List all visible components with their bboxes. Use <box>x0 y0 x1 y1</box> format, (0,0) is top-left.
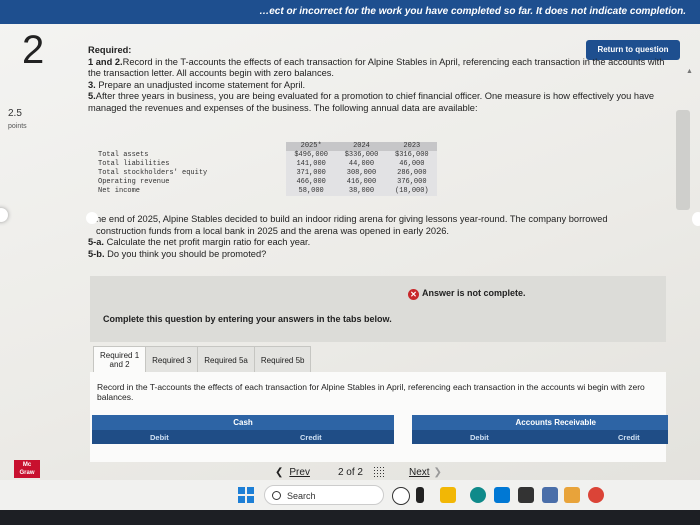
app-icon[interactable] <box>542 487 558 503</box>
scenario-text: he end of 2025, Alpine Stables decided t… <box>96 214 608 236</box>
search-icon <box>272 491 281 500</box>
taskbar-search[interactable]: Search <box>264 485 384 505</box>
app-icon[interactable] <box>392 487 410 505</box>
cell-value: 286,000 <box>386 169 437 178</box>
right-edge-dot <box>692 212 700 226</box>
table-row: Net income 58,000 38,000 (18,000) <box>95 187 437 196</box>
table-row: Operating revenue 466,000 416,000 376,00… <box>95 178 437 187</box>
prev-button[interactable]: Prev <box>289 467 310 478</box>
answer-panel <box>90 276 666 342</box>
instructions-heading: Required: <box>88 45 132 55</box>
table-row: Total stockholders' equity 371,000 308,0… <box>95 169 437 178</box>
table-row: Total assets $496,000 $336,000 $316,000 <box>95 151 437 160</box>
bezel <box>0 510 700 525</box>
pagination: ❮ Prev 2 of 2 Next ❯ <box>275 466 442 478</box>
left-edge-dot <box>0 208 8 222</box>
points-value: 2.5 <box>8 108 22 119</box>
table-row: Total liabilities 141,000 44,000 46,000 <box>95 160 437 169</box>
instruction-line-5: 5.After three years in business, you are… <box>88 91 655 113</box>
cell-value: 376,000 <box>386 178 437 187</box>
cell-value: 371,000 <box>286 169 337 178</box>
highlight-dot <box>86 212 98 224</box>
cell-value: 308,000 <box>336 169 387 178</box>
cell-value: 466,000 <box>286 178 337 187</box>
points-label: points <box>8 123 27 130</box>
tab-required-5b[interactable]: Required 5b <box>254 346 312 374</box>
x-circle-icon: ✕ <box>408 289 419 300</box>
scrollbar[interactable] <box>676 110 690 210</box>
complete-prompt: Complete this question by entering your … <box>103 314 392 324</box>
chrome-icon[interactable] <box>588 487 604 503</box>
tab-required-5a[interactable]: Required 5a <box>198 346 255 374</box>
row-label: Total liabilities <box>98 160 170 168</box>
chevron-right-icon[interactable]: ❯ <box>434 467 442 478</box>
grid-icon[interactable] <box>372 466 385 478</box>
mcgraw-logo: Mc Graw <box>14 460 40 478</box>
answer-tabs: Required 1 and 2 Required 3 Required 5a R… <box>93 346 312 374</box>
cell-value: 44,000 <box>336 160 387 169</box>
instruction-line-3: 3. Prepare an unadjusted income statemen… <box>88 79 306 90</box>
tab-required-3[interactable]: Required 3 <box>146 346 199 374</box>
t-account-cash-columns: Debit Credit <box>92 430 394 444</box>
edge-icon[interactable] <box>470 487 486 503</box>
question-5a: 5-a. Calculate the net profit margin rat… <box>88 237 311 247</box>
scroll-up-icon[interactable]: ▲ <box>686 68 693 75</box>
column-header: 2024 <box>336 142 387 151</box>
cell-value: 38,000 <box>336 187 387 196</box>
table-header-row: 2025* 2024 2023 <box>95 142 437 151</box>
cell-value: $336,000 <box>336 151 387 160</box>
cell-value: 141,000 <box>286 160 337 169</box>
app-icon[interactable] <box>564 487 580 503</box>
cell-value: 46,000 <box>386 160 437 169</box>
cell-value: $496,000 <box>286 151 337 160</box>
instructions: Required: 1 and 2.Record in the T-accoun… <box>88 45 668 114</box>
windows-start-icon[interactable] <box>238 487 254 503</box>
cell-value: (18,000) <box>386 187 437 196</box>
store-icon[interactable] <box>518 487 534 503</box>
credit-column-label: Credit <box>300 433 322 442</box>
feedback-banner: …ect or incorrect for the work you have … <box>0 0 700 24</box>
page-indicator: 2 of 2 <box>337 466 363 478</box>
debit-column-label: Debit <box>150 433 169 442</box>
scenario-paragraph: he end of 2025, Alpine Stables decided t… <box>88 214 658 260</box>
t-account-receivable-title: Accounts Receivable <box>412 415 668 430</box>
row-label: Total stockholders' equity <box>98 169 208 177</box>
t-account-cash-title: Cash <box>92 415 394 430</box>
t-account-receivable-columns: Debit Credit <box>412 430 668 444</box>
column-header: 2025* <box>286 142 337 151</box>
cell-value: $316,000 <box>386 151 437 160</box>
tab-instructions: Record in the T-accounts the effects of … <box>97 382 645 402</box>
cell-value: 416,000 <box>336 178 387 187</box>
row-label: Net income <box>98 187 141 195</box>
chevron-left-icon[interactable]: ❮ <box>275 467 283 478</box>
screen: …ect or incorrect for the work you have … <box>0 0 700 525</box>
app-icon[interactable] <box>416 487 424 503</box>
folder-icon[interactable] <box>440 487 456 503</box>
row-label: Total assets <box>98 151 149 159</box>
tab-required-1-and-2[interactable]: Required 1 and 2 <box>93 346 147 374</box>
cell-value: 58,000 <box>286 187 337 196</box>
status-message: ✕ Answer is not complete. <box>408 288 526 300</box>
question-5b: 5-b. Do you think you should be promoted… <box>88 248 267 259</box>
annual-data-table: 2025* 2024 2023 Total assets $496,000 $3… <box>95 142 437 196</box>
column-header: 2023 <box>386 142 437 151</box>
row-label: Operating revenue <box>98 178 170 186</box>
credit-column-label: Credit <box>618 433 640 442</box>
next-button[interactable]: Next <box>409 467 430 478</box>
instruction-line-1: 1 and 2.Record in the T-accounts the eff… <box>88 56 665 79</box>
app-icon[interactable] <box>494 487 510 503</box>
question-number: 2 <box>22 28 45 72</box>
debit-column-label: Debit <box>470 433 489 442</box>
